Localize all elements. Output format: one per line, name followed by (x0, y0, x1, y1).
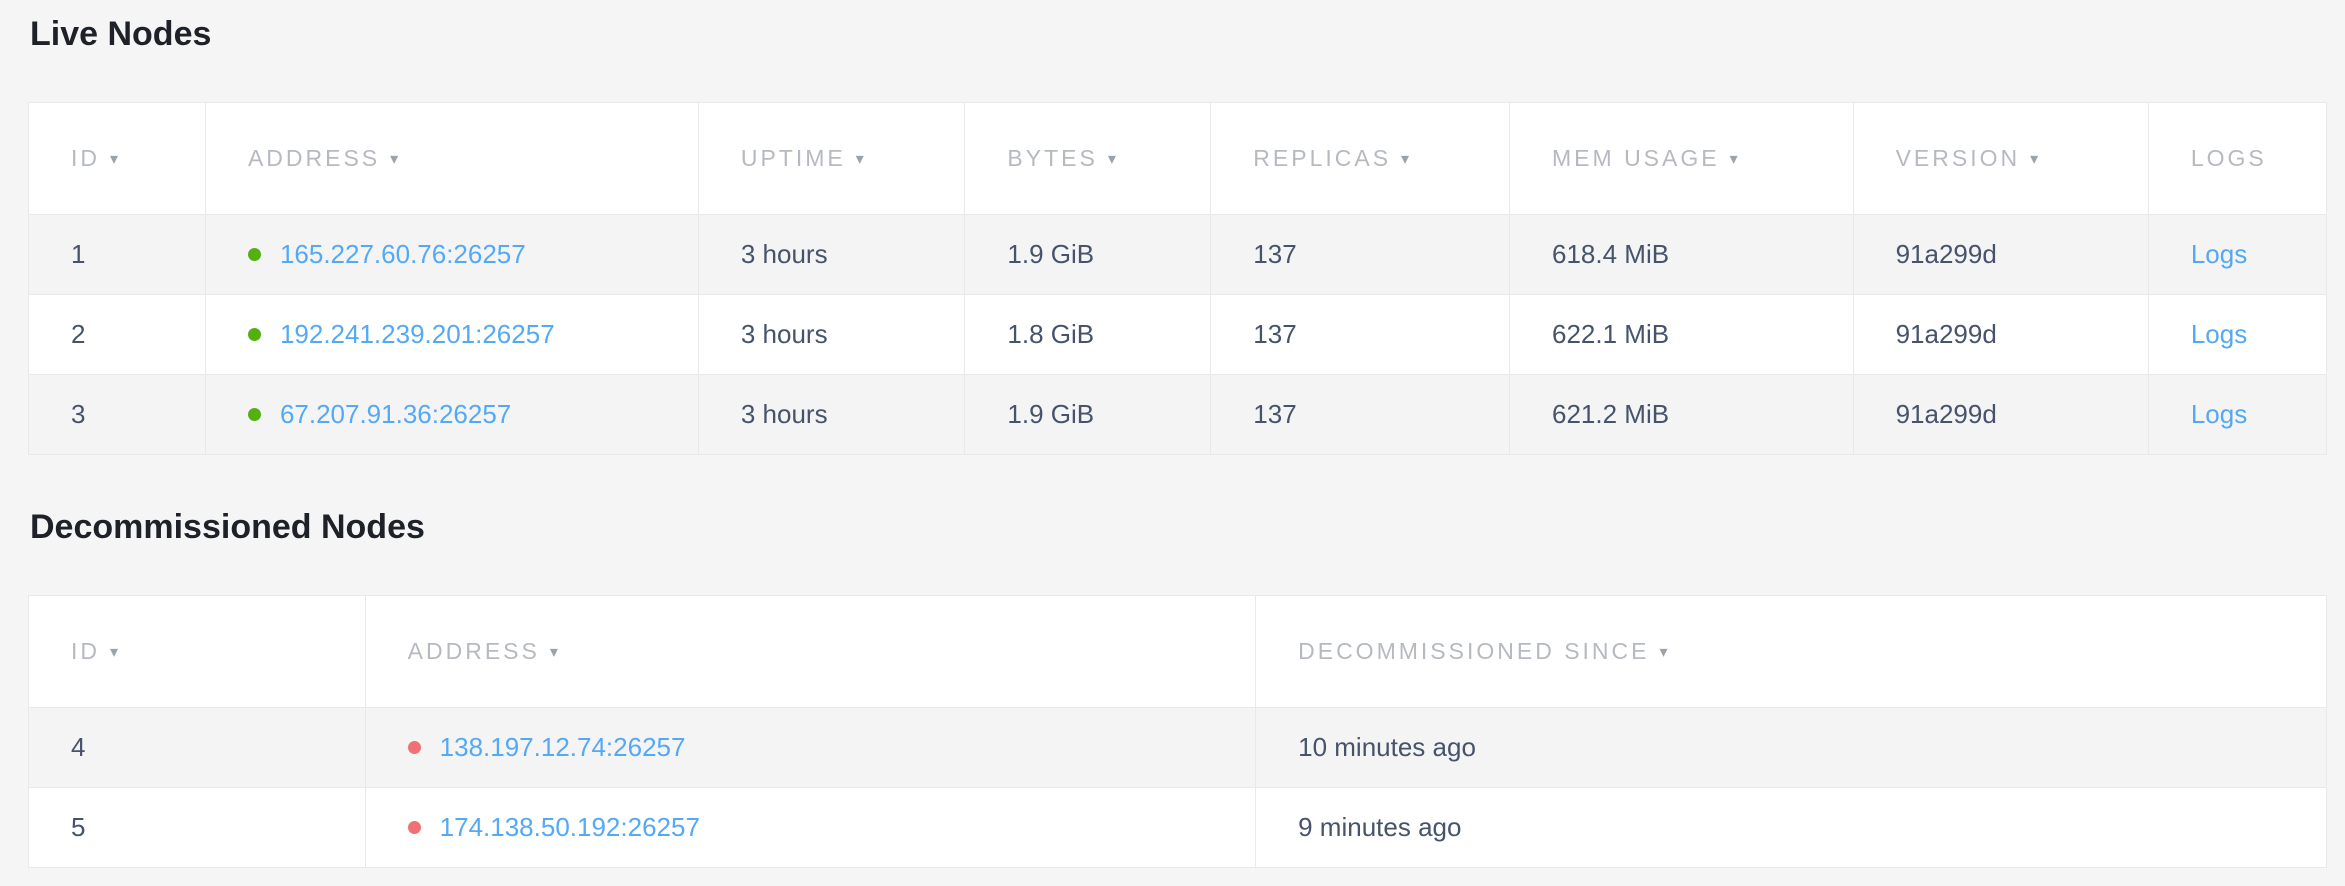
cell-node-address: 138.197.12.74:26257 (365, 708, 1255, 788)
column-header-logs: LOGS (2148, 103, 2326, 215)
decommissioned-status-dot-icon (408, 821, 421, 834)
column-label: REPLICAS (1253, 145, 1391, 171)
cell-node-id: 1 (29, 215, 206, 295)
cell-version: 91a299d (1853, 215, 2148, 295)
column-label: BYTES (1007, 145, 1097, 171)
column-header-id[interactable]: ID ▾ (29, 596, 366, 708)
sort-arrow-icon: ▾ (1730, 151, 1738, 168)
cell-bytes: 1.9 GiB (965, 215, 1211, 295)
node-address-link[interactable]: 138.197.12.74:26257 (440, 732, 686, 762)
cell-decommissioned-since: 10 minutes ago (1256, 708, 2327, 788)
node-address-link[interactable]: 165.227.60.76:26257 (280, 239, 526, 269)
cell-logs: Logs (2148, 215, 2326, 295)
cell-node-address: 67.207.91.36:26257 (205, 375, 698, 455)
sort-arrow-icon: ▾ (1401, 151, 1409, 168)
column-label: VERSION (1896, 145, 2021, 171)
column-label: ADDRESS (408, 638, 540, 664)
column-label: LOGS (2191, 145, 2267, 171)
table-row: 5 174.138.50.192:26257 9 minutes ago (29, 788, 2327, 868)
sort-arrow-icon: ▾ (550, 644, 558, 661)
cell-node-id: 4 (29, 708, 366, 788)
header-row: ID ▾ ADDRESS ▾ DECOMMISSIONED SINCE ▾ (29, 596, 2327, 708)
nodes-overview-page: Live Nodes ID ▾ ADDRESS ▾ UPTIME ▾ BYTES ▾ R… (0, 0, 2345, 868)
column-label: UPTIME (741, 145, 846, 171)
column-header-address[interactable]: ADDRESS ▾ (205, 103, 698, 215)
header-row: ID ▾ ADDRESS ▾ UPTIME ▾ BYTES ▾ REPLICAS ▾ ME… (29, 103, 2327, 215)
decommissioned-nodes-header: ID ▾ ADDRESS ▾ DECOMMISSIONED SINCE ▾ (29, 596, 2327, 708)
cell-replicas: 137 (1211, 295, 1510, 375)
live-nodes-table: ID ▾ ADDRESS ▾ UPTIME ▾ BYTES ▾ REPLICAS ▾ ME… (28, 102, 2327, 455)
column-header-decommissioned-since[interactable]: DECOMMISSIONED SINCE ▾ (1256, 596, 2327, 708)
cell-node-id: 5 (29, 788, 366, 868)
logs-link[interactable]: Logs (2191, 399, 2247, 429)
cell-version: 91a299d (1853, 375, 2148, 455)
column-header-version[interactable]: VERSION ▾ (1853, 103, 2148, 215)
cell-mem-usage: 622.1 MiB (1510, 295, 1854, 375)
cell-bytes: 1.9 GiB (965, 375, 1211, 455)
live-status-dot-icon (248, 328, 261, 341)
table-row: 1 165.227.60.76:26257 3 hours 1.9 GiB 13… (29, 215, 2327, 295)
decommissioned-nodes-table: ID ▾ ADDRESS ▾ DECOMMISSIONED SINCE ▾ 4 138… (28, 595, 2327, 868)
cell-uptime: 3 hours (698, 215, 965, 295)
live-nodes-body: 1 165.227.60.76:26257 3 hours 1.9 GiB 13… (29, 215, 2327, 455)
cell-decommissioned-since: 9 minutes ago (1256, 788, 2327, 868)
column-label: DECOMMISSIONED SINCE (1298, 638, 1649, 664)
logs-link[interactable]: Logs (2191, 319, 2247, 349)
live-nodes-title: Live Nodes (30, 12, 2327, 56)
cell-version: 91a299d (1853, 295, 2148, 375)
node-address-link[interactable]: 67.207.91.36:26257 (280, 399, 511, 429)
column-label: ID (71, 638, 100, 664)
sort-arrow-icon: ▾ (856, 151, 864, 168)
cell-node-address: 192.241.239.201:26257 (205, 295, 698, 375)
cell-replicas: 137 (1211, 375, 1510, 455)
live-status-dot-icon (248, 248, 261, 261)
column-label: ADDRESS (248, 145, 380, 171)
table-row: 2 192.241.239.201:26257 3 hours 1.8 GiB … (29, 295, 2327, 375)
column-label: MEM USAGE (1552, 145, 1720, 171)
column-header-replicas[interactable]: REPLICAS ▾ (1211, 103, 1510, 215)
column-header-mem-usage[interactable]: MEM USAGE ▾ (1510, 103, 1854, 215)
cell-node-id: 3 (29, 375, 206, 455)
sort-arrow-icon: ▾ (110, 151, 118, 168)
column-header-bytes[interactable]: BYTES ▾ (965, 103, 1211, 215)
cell-node-address: 174.138.50.192:26257 (365, 788, 1255, 868)
sort-arrow-icon: ▾ (110, 644, 118, 661)
cell-logs: Logs (2148, 375, 2326, 455)
column-header-address[interactable]: ADDRESS ▾ (365, 596, 1255, 708)
cell-node-address: 165.227.60.76:26257 (205, 215, 698, 295)
live-nodes-header: ID ▾ ADDRESS ▾ UPTIME ▾ BYTES ▾ REPLICAS ▾ ME… (29, 103, 2327, 215)
cell-mem-usage: 618.4 MiB (1510, 215, 1854, 295)
sort-arrow-icon: ▾ (2030, 151, 2038, 168)
decommissioned-nodes-title: Decommissioned Nodes (30, 505, 2327, 549)
column-header-uptime[interactable]: UPTIME ▾ (698, 103, 965, 215)
node-address-link[interactable]: 174.138.50.192:26257 (440, 812, 700, 842)
node-address-link[interactable]: 192.241.239.201:26257 (280, 319, 555, 349)
sort-arrow-icon: ▾ (390, 151, 398, 168)
cell-uptime: 3 hours (698, 295, 965, 375)
sort-arrow-icon: ▾ (1660, 644, 1668, 661)
table-row: 4 138.197.12.74:26257 10 minutes ago (29, 708, 2327, 788)
cell-logs: Logs (2148, 295, 2326, 375)
live-status-dot-icon (248, 408, 261, 421)
cell-mem-usage: 621.2 MiB (1510, 375, 1854, 455)
cell-node-id: 2 (29, 295, 206, 375)
decommissioned-status-dot-icon (408, 741, 421, 754)
cell-replicas: 137 (1211, 215, 1510, 295)
cell-bytes: 1.8 GiB (965, 295, 1211, 375)
column-header-id[interactable]: ID ▾ (29, 103, 206, 215)
table-row: 3 67.207.91.36:26257 3 hours 1.9 GiB 137… (29, 375, 2327, 455)
column-label: ID (71, 145, 100, 171)
cell-uptime: 3 hours (698, 375, 965, 455)
decommissioned-nodes-body: 4 138.197.12.74:26257 10 minutes ago 5 1… (29, 708, 2327, 868)
sort-arrow-icon: ▾ (1108, 151, 1116, 168)
logs-link[interactable]: Logs (2191, 239, 2247, 269)
